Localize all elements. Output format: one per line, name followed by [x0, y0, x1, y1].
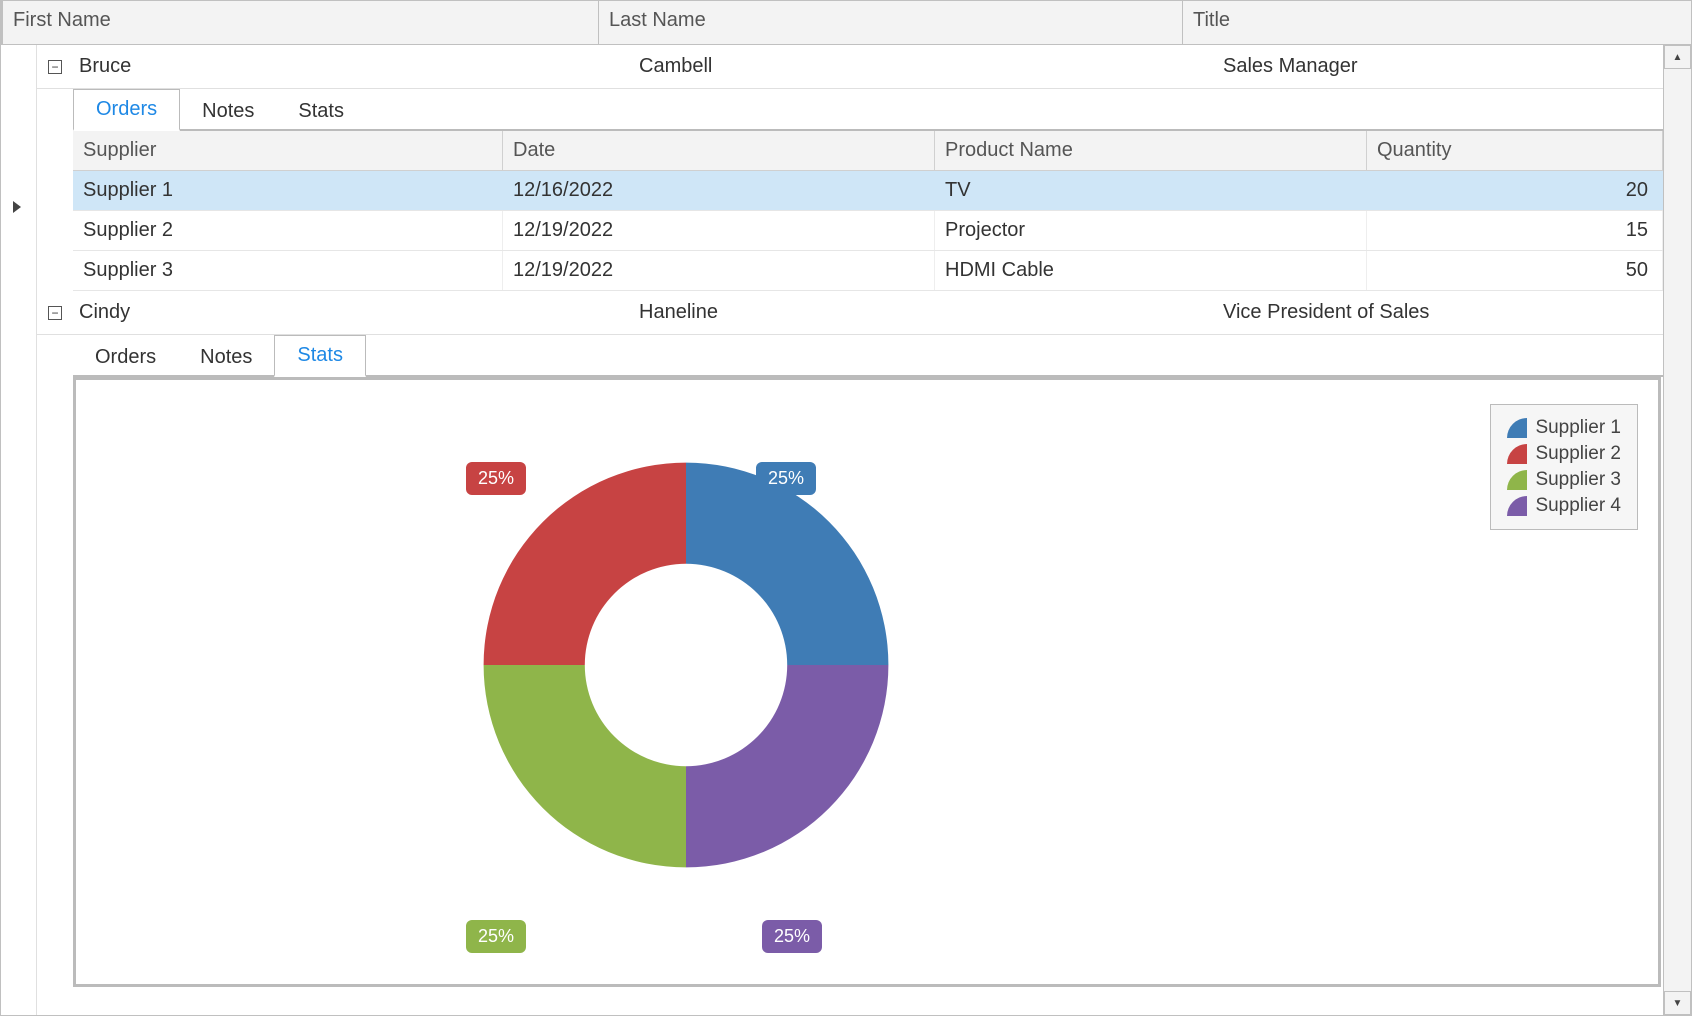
- tab-notes[interactable]: Notes: [180, 92, 276, 131]
- scroll-down-button[interactable]: ▼: [1664, 991, 1691, 1015]
- cell-last-name[interactable]: Cambell: [633, 47, 1217, 86]
- detail-tabs: Orders Notes Stats: [73, 89, 1663, 131]
- grid-body: − Bruce Cambell Sales Manager Orders Not…: [37, 45, 1663, 1015]
- legend-item-supplier-3[interactable]: Supplier 3: [1507, 467, 1621, 493]
- orders-cell-quantity[interactable]: 20: [1367, 171, 1663, 210]
- legend-label: Supplier 3: [1535, 469, 1621, 491]
- orders-row[interactable]: Supplier 1 12/16/2022 TV 20: [73, 171, 1663, 211]
- cell-title[interactable]: Sales Manager: [1217, 47, 1663, 86]
- column-header-first-name[interactable]: First Name: [3, 1, 599, 44]
- tab-notes[interactable]: Notes: [178, 338, 274, 377]
- master-row[interactable]: − Bruce Cambell Sales Manager: [37, 45, 1663, 89]
- donut-wrap: [456, 435, 916, 895]
- chart-legend: Supplier 1 Supplier 2 Supplier 3: [1490, 404, 1638, 530]
- slice-label-supplier-4: 25%: [762, 920, 822, 953]
- orders-header-quantity[interactable]: Quantity: [1367, 131, 1663, 170]
- slice-label-supplier-2: 25%: [466, 462, 526, 495]
- orders-cell-supplier[interactable]: Supplier 1: [73, 171, 503, 210]
- tab-stats[interactable]: Stats: [274, 335, 366, 377]
- minus-icon: −: [48, 60, 62, 74]
- cell-title[interactable]: Vice President of Sales: [1217, 293, 1663, 332]
- detail-tabs: Orders Notes Stats: [73, 335, 1663, 377]
- tab-stats[interactable]: Stats: [276, 92, 366, 131]
- slice-label-supplier-1: 25%: [756, 462, 816, 495]
- legend-swatch-icon: [1507, 418, 1527, 438]
- expand-toggle[interactable]: −: [37, 60, 73, 74]
- orders-header-date[interactable]: Date: [503, 131, 935, 170]
- cell-first-name[interactable]: Bruce: [73, 47, 633, 86]
- data-grid: First Name Last Name Title − Bruce Cambe…: [0, 0, 1692, 1016]
- donut-svg: [456, 435, 916, 895]
- triangle-up-icon: ▲: [1673, 52, 1683, 63]
- legend-swatch-icon: [1507, 444, 1527, 464]
- legend-label: Supplier 4: [1535, 495, 1621, 517]
- orders-row[interactable]: Supplier 3 12/19/2022 HDMI Cable 50: [73, 251, 1663, 291]
- master-row[interactable]: − Cindy Haneline Vice President of Sales: [37, 291, 1663, 335]
- orders-cell-supplier[interactable]: Supplier 3: [73, 251, 503, 290]
- orders-cell-supplier[interactable]: Supplier 2: [73, 211, 503, 250]
- tab-orders[interactable]: Orders: [73, 338, 178, 377]
- vertical-scrollbar[interactable]: ▲ ▼: [1663, 45, 1691, 1015]
- orders-cell-quantity[interactable]: 15: [1367, 211, 1663, 250]
- minus-icon: −: [48, 306, 62, 320]
- orders-header-supplier[interactable]: Supplier: [73, 131, 503, 170]
- detail-panel: Orders Notes Stats Supplier Date Product…: [37, 89, 1663, 291]
- donut-slice-supplier-4[interactable]: [686, 665, 888, 867]
- legend-swatch-icon: [1507, 470, 1527, 490]
- orders-row[interactable]: Supplier 2 12/19/2022 Projector 15: [73, 211, 1663, 251]
- expand-toggle[interactable]: −: [37, 306, 73, 320]
- orders-cell-date[interactable]: 12/16/2022: [503, 171, 935, 210]
- stats-panel: 25% 25% 25% 25% Supplier 1 Supplier 2: [73, 377, 1661, 987]
- cell-first-name[interactable]: Cindy: [73, 293, 633, 332]
- donut-chart: 25% 25% 25% 25% Supplier 1 Supplier 2: [76, 380, 1658, 984]
- cell-last-name[interactable]: Haneline: [633, 293, 1217, 332]
- orders-cell-product-name[interactable]: Projector: [935, 211, 1367, 250]
- orders-cell-date[interactable]: 12/19/2022: [503, 211, 935, 250]
- legend-item-supplier-1[interactable]: Supplier 1: [1507, 415, 1621, 441]
- legend-item-supplier-2[interactable]: Supplier 2: [1507, 441, 1621, 467]
- current-row-indicator-icon: [13, 201, 21, 213]
- orders-cell-product-name[interactable]: TV: [935, 171, 1367, 210]
- legend-label: Supplier 1: [1535, 417, 1621, 439]
- orders-cell-product-name[interactable]: HDMI Cable: [935, 251, 1367, 290]
- orders-column-header-row: Supplier Date Product Name Quantity: [73, 131, 1663, 171]
- donut-slice-supplier-3[interactable]: [484, 665, 686, 867]
- column-header-row: First Name Last Name Title: [1, 1, 1691, 45]
- orders-header-product-name[interactable]: Product Name: [935, 131, 1367, 170]
- scroll-up-button[interactable]: ▲: [1664, 45, 1691, 69]
- slice-label-supplier-3: 25%: [466, 920, 526, 953]
- orders-grid: Supplier Date Product Name Quantity Supp…: [73, 131, 1663, 291]
- row-indicator-column: [1, 45, 37, 1015]
- detail-panel: Orders Notes Stats: [37, 335, 1663, 987]
- legend-item-supplier-4[interactable]: Supplier 4: [1507, 493, 1621, 519]
- triangle-down-icon: ▼: [1673, 998, 1683, 1009]
- orders-cell-quantity[interactable]: 50: [1367, 251, 1663, 290]
- orders-cell-date[interactable]: 12/19/2022: [503, 251, 935, 290]
- legend-swatch-icon: [1507, 496, 1527, 516]
- column-header-last-name[interactable]: Last Name: [599, 1, 1183, 44]
- legend-label: Supplier 2: [1535, 443, 1621, 465]
- tab-orders[interactable]: Orders: [73, 89, 180, 131]
- column-header-title[interactable]: Title: [1183, 1, 1692, 44]
